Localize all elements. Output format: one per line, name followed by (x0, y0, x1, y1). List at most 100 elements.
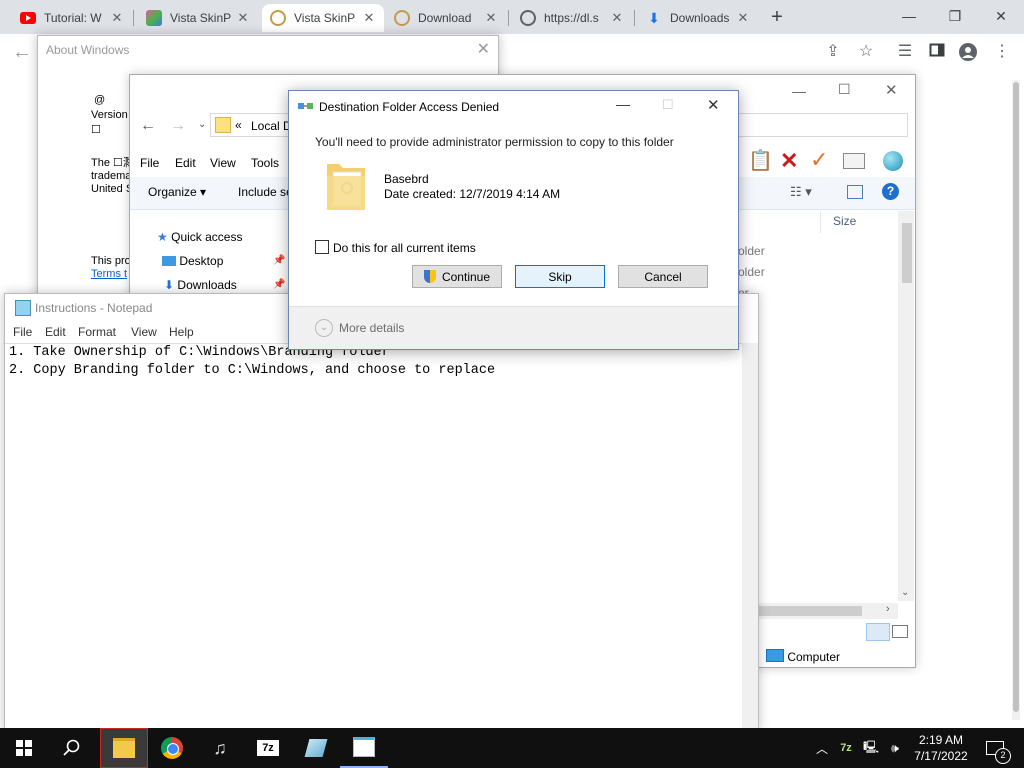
chevron-down-icon[interactable]: ⌄ (315, 319, 333, 337)
browser-tab-1[interactable]: Tutorial: W ✕ (12, 4, 132, 32)
close-icon[interactable]: ✕ (477, 39, 490, 59)
checkmark-icon[interactable]: ✓ (810, 147, 828, 173)
view-options-icon[interactable]: ☷ ▾ (790, 184, 812, 200)
maximize-button[interactable]: ☐ (838, 81, 851, 98)
properties-icon[interactable] (843, 153, 865, 169)
chevron-down-icon[interactable]: ⌄ (198, 119, 206, 130)
taskbar-chrome[interactable] (148, 728, 196, 768)
minimize-button[interactable]: — (886, 0, 932, 32)
start-button[interactable] (0, 728, 48, 768)
menu-edit[interactable]: Edit (45, 325, 66, 339)
menu-file[interactable]: File (13, 325, 32, 339)
notepad-text-area[interactable]: 1. Take Ownership of C:\Windows\Branding… (5, 343, 742, 730)
column-header-size[interactable]: Size (820, 211, 901, 233)
scrollbar-thumb[interactable] (758, 606, 862, 616)
browser-tab-3-active[interactable]: Vista SkinP ✕ (262, 4, 384, 32)
vertical-scrollbar[interactable]: ⌄ (898, 211, 914, 601)
new-tab-button[interactable]: + (766, 6, 788, 28)
horizontal-scrollbar[interactable]: › (758, 603, 898, 619)
minimize-button[interactable]: — (792, 83, 806, 99)
notepad-title: Instructions - Notepad (35, 301, 153, 315)
taskbar-notepad[interactable] (340, 728, 388, 768)
clock-date: 7/17/2022 (914, 749, 968, 763)
close-icon[interactable]: ✕ (236, 10, 250, 26)
menu-view[interactable]: View (210, 156, 236, 170)
profile-avatar-icon[interactable] (958, 42, 978, 62)
nav-quick-access[interactable]: ★ Quick access (157, 230, 242, 244)
maximize-button[interactable]: ❐ (932, 0, 978, 32)
menu-edit[interactable]: Edit (175, 156, 196, 170)
nav-desktop[interactable]: Desktop (162, 254, 223, 268)
globe-icon[interactable] (883, 151, 903, 171)
more-details-toggle[interactable]: More details (339, 321, 404, 335)
page-scrollbar[interactable] (1012, 80, 1020, 720)
scrollbar-thumb[interactable] (1013, 82, 1019, 712)
media-player-icon: ♫ (213, 737, 227, 758)
details-view-icon[interactable] (866, 623, 890, 641)
close-icon[interactable]: ✕ (885, 81, 898, 99)
continue-button[interactable]: Continue (412, 265, 502, 288)
show-hidden-icons-chevron-icon[interactable]: ︿ (812, 728, 832, 768)
browser-tab-4[interactable]: Download ✕ (386, 4, 506, 32)
close-icon[interactable]: ✕ (736, 10, 750, 26)
about-text: ☐ (91, 124, 101, 136)
scrollbar-thumb[interactable] (902, 223, 912, 283)
item-name: Basebrd (384, 172, 429, 186)
vertical-scrollbar[interactable] (742, 343, 758, 729)
close-icon[interactable]: ✕ (110, 10, 124, 26)
browser-tab-6[interactable]: ⬇ Downloads ✕ (638, 4, 758, 32)
media-queue-icon[interactable]: ☰ (895, 42, 915, 62)
volume-icon[interactable]: 🕪 (884, 728, 906, 768)
address-text: Local D (251, 119, 292, 133)
back-arrow-icon[interactable]: ← (140, 117, 156, 135)
delete-icon[interactable]: ✕ (780, 148, 798, 174)
scroll-down-icon[interactable]: ⌄ (901, 587, 909, 598)
large-icons-view-icon[interactable] (892, 625, 908, 638)
more-menu-icon[interactable]: ⋮ (992, 42, 1012, 62)
taskbar-app[interactable] (292, 728, 340, 768)
include-button[interactable]: Include se (238, 185, 293, 199)
desktop-icon (162, 256, 176, 266)
side-panel-icon[interactable] (927, 42, 947, 62)
help-icon[interactable]: ? (882, 183, 899, 200)
network-icon[interactable]: 🖳 (860, 728, 882, 768)
browser-tab-5[interactable]: https://dl.s ✕ (512, 4, 632, 32)
menu-view[interactable]: View (131, 325, 157, 339)
notifications-button[interactable]: 2 (978, 728, 1012, 768)
file-row[interactable]: older (738, 265, 765, 279)
back-arrow-icon[interactable]: ← (12, 42, 32, 62)
close-icon[interactable]: ✕ (484, 10, 498, 26)
close-window-button[interactable]: ✕ (978, 0, 1024, 32)
taskbar-7zip[interactable]: 7z (244, 728, 292, 768)
browser-tab-2[interactable]: Vista SkinP ✕ (138, 4, 258, 32)
file-row[interactable]: older (738, 244, 765, 258)
7zip-tray-icon[interactable]: 7z (836, 728, 856, 768)
minimize-button[interactable]: — (616, 96, 630, 112)
tab-separator (508, 10, 509, 26)
bookmark-star-icon[interactable]: ☆ (856, 42, 876, 62)
close-icon[interactable]: ✕ (362, 10, 376, 26)
preview-pane-icon[interactable] (847, 185, 863, 199)
notepad-window: Instructions - Notepad File Edit Format … (4, 293, 759, 730)
menu-file[interactable]: File (140, 156, 159, 170)
scroll-right-icon[interactable]: › (886, 603, 890, 615)
close-icon[interactable]: ✕ (610, 10, 624, 26)
notification-count: 2 (995, 748, 1011, 764)
clipboard-icon[interactable]: 📋 (748, 148, 773, 173)
forward-arrow-icon[interactable]: → (170, 117, 186, 135)
organize-button[interactable]: Organize ▾ (148, 185, 206, 199)
share-icon[interactable]: ⇪ (823, 42, 843, 62)
menu-format[interactable]: Format (78, 325, 116, 339)
search-button[interactable] (48, 728, 96, 768)
menu-tools[interactable]: Tools (251, 156, 279, 170)
nav-downloads[interactable]: ⬇ Downloads (164, 278, 237, 292)
cancel-button[interactable]: Cancel (618, 265, 708, 288)
menu-help[interactable]: Help (169, 325, 194, 339)
close-icon[interactable]: ✕ (707, 96, 720, 114)
terms-link[interactable]: Terms t (91, 268, 127, 281)
skip-button[interactable]: Skip (515, 265, 605, 288)
clock[interactable]: 2:19 AM 7/17/2022 (910, 728, 972, 768)
taskbar-media-player[interactable]: ♫ (196, 728, 244, 768)
apply-to-all-checkbox[interactable] (315, 240, 329, 254)
taskbar-file-explorer[interactable] (100, 728, 148, 768)
